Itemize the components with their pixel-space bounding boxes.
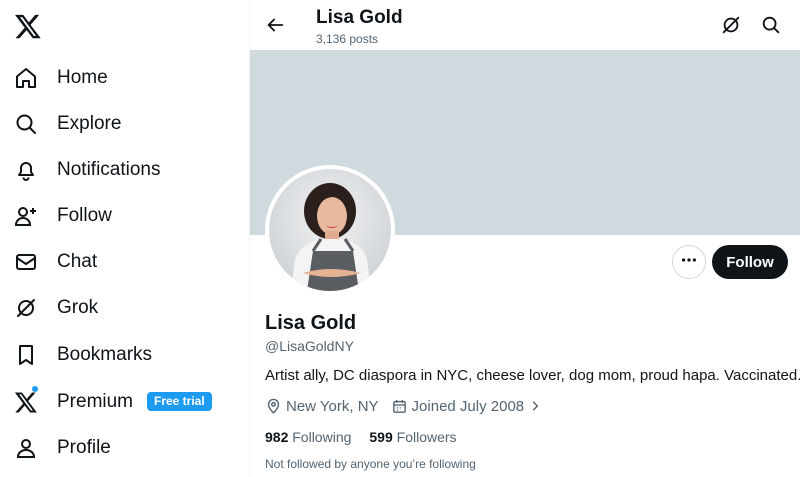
page-title: Lisa Gold (316, 7, 403, 28)
sidebar-item-chat[interactable]: Chat (0, 239, 250, 285)
profile-handle: @LisaGoldNY (265, 338, 354, 354)
followers-label: Followers (396, 429, 457, 445)
x-icon (14, 390, 38, 414)
sidebar-item-home[interactable]: Home (0, 55, 250, 101)
sidebar-item-label: Grok (57, 297, 99, 318)
sidebar-item-follow[interactable]: Follow (0, 193, 250, 239)
following-count: 982 (265, 429, 289, 445)
following-link[interactable]: 982 Following (265, 428, 351, 446)
add-user-icon (14, 204, 38, 228)
notification-dot (32, 386, 38, 392)
bell-icon (14, 158, 38, 182)
profile-bio: Artist ally, DC diaspora in NYC, cheese … (265, 367, 800, 384)
grok-icon (14, 296, 38, 320)
avatar[interactable] (265, 165, 395, 295)
chevron-right-icon (528, 399, 542, 413)
followed-by-note: Not followed by anyone you’re following (265, 457, 476, 471)
profile-header: Lisa Gold 3,136 posts (250, 0, 800, 50)
mail-icon (14, 250, 38, 274)
home-icon (14, 66, 38, 90)
sidebar-item-explore[interactable]: Explore (0, 101, 250, 147)
sidebar-item-label: Premium (57, 391, 134, 412)
post-count: 3,136 posts (316, 32, 379, 46)
followers-link[interactable]: 599 Followers (369, 428, 456, 446)
location-text: New York, NY (286, 397, 379, 415)
bookmark-icon (14, 343, 38, 367)
following-label: Following (292, 429, 352, 445)
location-item: New York, NY (265, 398, 379, 415)
follow-stats: 982 Following 599 Followers (265, 428, 475, 446)
sidebar-item-label: Notifications (57, 159, 161, 180)
sidebar-item-profile[interactable]: Profile (0, 425, 250, 471)
avatar-photo (269, 169, 391, 291)
search-icon[interactable] (760, 14, 782, 36)
joined-text: Joined July 2008 (411, 397, 525, 415)
sidebar-item-premium[interactable]: Premium Free trial (0, 379, 250, 425)
sidebar-item-grok[interactable]: Grok (0, 285, 250, 331)
x-logo-icon[interactable] (14, 12, 42, 40)
follow-button[interactable]: Follow (712, 245, 788, 279)
more-dots-icon (680, 251, 698, 274)
profile-name: Lisa Gold (265, 312, 357, 334)
more-options-button[interactable] (672, 245, 706, 279)
location-pin-icon (265, 398, 286, 415)
sidebar-item-label: Bookmarks (57, 344, 153, 365)
followers-count: 599 (369, 429, 393, 445)
grok-icon[interactable] (720, 14, 742, 36)
calendar-icon (391, 398, 412, 415)
joined-item[interactable]: Joined July 2008 (391, 398, 543, 415)
sidebar-item-label: Profile (57, 437, 111, 458)
sidebar-item-label: Explore (57, 113, 122, 134)
sidebar-item-label: Follow (57, 205, 112, 226)
person-icon (14, 436, 38, 460)
sidebar-item-label: Home (57, 67, 108, 88)
sidebar-item-label: Chat (57, 251, 98, 272)
profile-meta: New York, NY Joined July 2008 (265, 396, 554, 416)
free-trial-badge[interactable]: Free trial (147, 392, 212, 411)
search-icon (14, 112, 38, 136)
sidebar: Home Explore Notifications Follow Chat G… (0, 0, 250, 477)
sidebar-item-bookmarks[interactable]: Bookmarks (0, 332, 250, 378)
sidebar-item-notifications[interactable]: Notifications (0, 147, 250, 193)
profile-main: Lisa Gold 3,136 posts Follow Lisa Gold @… (250, 0, 800, 477)
back-arrow-icon[interactable] (264, 14, 286, 36)
